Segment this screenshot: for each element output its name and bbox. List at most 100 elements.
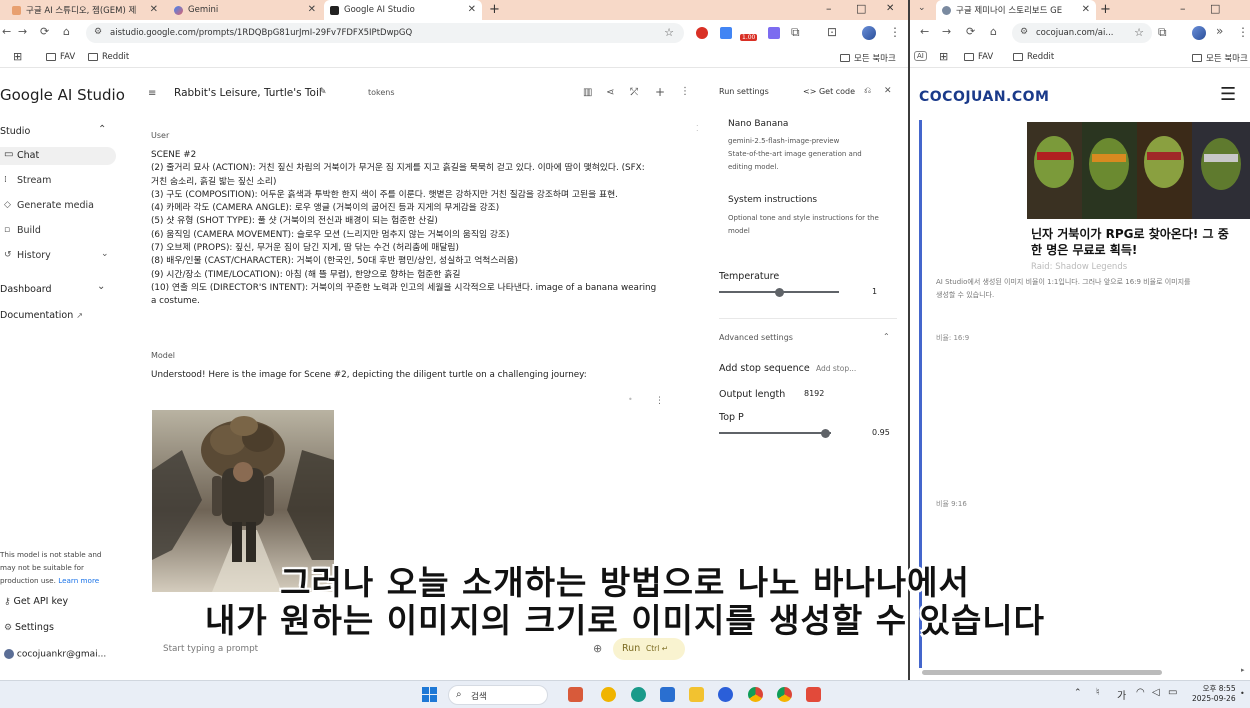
sidebar-item-stream[interactable]: ⁞ Stream [0,172,116,190]
system-instructions-card[interactable]: System instructions Optional tone and st… [719,186,897,246]
apps-grid-icon[interactable]: ⊞ [13,50,22,63]
wifi-icon[interactable]: ◠ [1136,687,1145,698]
more-options-icon[interactable]: ⋮ [680,86,690,97]
close-tab-icon[interactable]: ✕ [308,4,316,15]
site-info-icon[interactable]: ⚙ [1020,27,1028,37]
tab-gemini[interactable]: Gemini ✕ [168,0,322,20]
clock[interactable]: 오후 8:55 2025-09-26 [1192,684,1236,704]
profile-avatar-icon[interactable] [862,26,876,40]
extensions-puzzle-icon[interactable]: ⧉ [1158,25,1167,40]
reset-icon[interactable]: ⎌ [864,86,871,96]
more-tools-icon[interactable]: » [1216,24,1223,38]
model-selector[interactable]: Nano Banana gemini-2.5-flash-image-previ… [719,104,897,178]
ad-image[interactable] [1027,122,1250,219]
sidebar-item-build[interactable]: ▫ Build [0,222,116,240]
prompt-title[interactable]: Rabbit's Leisure, Turtle's Toil [174,87,322,99]
temperature-slider-handle[interactable] [774,287,784,297]
site-logo[interactable]: COCOJUAN.COM [919,89,1049,105]
all-bookmarks[interactable]: 모든 북마크 [1192,52,1248,64]
extensions-puzzle-icon[interactable]: ⧉ [791,25,800,40]
ai-mode-icon[interactable]: AI [914,51,927,61]
ime-indicator[interactable]: 가 [1117,687,1126,702]
site-info-icon[interactable]: ⚙ [94,27,102,37]
bookmark-fav[interactable]: FAV [964,52,993,62]
top-p-slider[interactable] [719,432,831,434]
notification-bell-icon[interactable]: • [1240,689,1245,698]
taskbar-app-icon[interactable] [568,687,583,702]
browser-menu-icon[interactable]: ⋮ [889,25,901,39]
reload-icon[interactable]: ⟳ [40,25,49,38]
sidebar-documentation-link[interactable]: Documentation ↗ [0,310,83,321]
chevron-up-icon[interactable]: ⌃ [883,332,890,341]
chrome-profile-icon[interactable] [777,687,792,702]
chevron-down-icon[interactable]: ⌄ [97,281,105,292]
extension-red-icon[interactable] [696,27,708,39]
back-icon[interactable]: ← [920,25,929,38]
scroll-right-icon[interactable]: ▸ [1241,666,1245,674]
share-icon[interactable]: ⋖ [606,87,614,98]
chevron-down-icon[interactable]: ⌄ [101,249,109,259]
prompt-input[interactable]: Start typing a prompt [163,644,258,654]
top-p-value[interactable]: 0.95 [872,428,890,437]
compare-icon[interactable]: ▥ [583,87,592,98]
new-chat-icon[interactable]: + [655,85,665,99]
apps-grid-icon[interactable]: ⊞ [939,50,948,63]
top-p-slider-handle[interactable] [820,428,830,438]
stop-sequence-input[interactable]: Add stop... [816,364,856,373]
microphone-icon[interactable]: ♮ [1096,687,1100,698]
tab-cocojuan-blog[interactable]: 구글 제미나이 스토리보드 GE ✕ [936,0,1096,20]
reload-icon[interactable]: ⟳ [966,25,975,38]
branch-icon[interactable]: ⤱ [630,87,638,98]
sidebar-section-dashboard[interactable]: Dashboard [0,284,52,295]
hamburger-menu-icon[interactable]: ☰ [1220,84,1236,105]
chrome-icon[interactable] [748,687,763,702]
all-bookmarks[interactable]: 모든 북마크 [840,52,896,64]
add-media-icon[interactable]: ⊕ [593,642,602,655]
close-window-button[interactable]: ✕ [886,3,894,14]
new-tab-button[interactable]: + [1100,2,1111,17]
edge-browser-icon[interactable] [631,687,646,702]
new-tab-button[interactable]: + [489,2,500,17]
extension-translate-icon[interactable] [720,27,732,39]
sidebar-item-chat[interactable]: ▭ Chat [0,147,116,165]
tray-chevron-icon[interactable]: ⌃ [1074,688,1082,698]
forward-icon[interactable]: → [942,25,951,38]
tab-list-icon[interactable]: ⌄ [918,3,926,13]
get-code-button[interactable]: <> Get code [803,87,855,96]
close-tab-icon[interactable]: ✕ [1082,4,1090,15]
forward-icon[interactable]: → [18,25,27,38]
tab-ai-studio-blog[interactable]: 구글 AI 스튜디오, 젬(GEM) 제 ✕ [6,0,164,20]
taskbar-app-blue-icon[interactable] [718,687,733,702]
bookmark-reddit[interactable]: Reddit [1013,52,1054,62]
ad-headline[interactable]: 닌자 거북이가 RPG로 찾아온다! 그 중 한 명은 무료로 획득! [1031,226,1229,258]
bookmark-reddit[interactable]: Reddit [88,52,129,62]
home-icon[interactable]: ⌂ [990,25,997,38]
minimize-button[interactable]: – [826,2,832,15]
horizontal-scrollbar[interactable] [922,670,1162,675]
tab-google-ai-studio[interactable]: Google AI Studio ✕ [324,0,482,20]
taskbar-store-icon[interactable] [660,687,675,702]
sidebar-item-generate-media[interactable]: ◇ Generate media [0,197,116,215]
back-icon[interactable]: ← [2,25,11,38]
tab-search-icon[interactable]: ⊡ [827,25,837,39]
bookmark-star-icon[interactable]: ☆ [664,26,674,39]
close-panel-icon[interactable]: ✕ [884,86,892,96]
volume-icon[interactable]: ◁ [1152,687,1160,698]
home-icon[interactable]: ⌂ [63,25,70,38]
ad-source[interactable]: Raid: Shadow Legends [1031,262,1127,272]
taskbar-player-icon[interactable] [601,687,616,702]
bookmark-fav[interactable]: FAV [46,52,75,62]
ai-studio-logo[interactable]: Google AI Studio [0,86,125,104]
address-bar[interactable]: ⚙ cocojuan.com/ai... ☆ [1012,23,1152,43]
browser-menu-icon[interactable]: ⋮ [1237,25,1249,39]
bookmark-star-icon[interactable]: ☆ [1134,26,1144,39]
battery-icon[interactable]: ▭ [1168,687,1177,698]
file-explorer-icon[interactable] [689,687,704,702]
extension-purple-icon[interactable] [768,27,780,39]
temperature-value[interactable]: 1 [872,287,877,296]
maximize-button[interactable]: □ [856,2,866,15]
minimize-button[interactable]: – [1180,2,1186,15]
address-bar[interactable]: ⚙ aistudio.google.com/prompts/1RDQBpG81u… [86,23,684,43]
chevron-up-icon[interactable]: ⌃ [98,124,106,135]
taskbar-app-red-icon[interactable] [806,687,821,702]
